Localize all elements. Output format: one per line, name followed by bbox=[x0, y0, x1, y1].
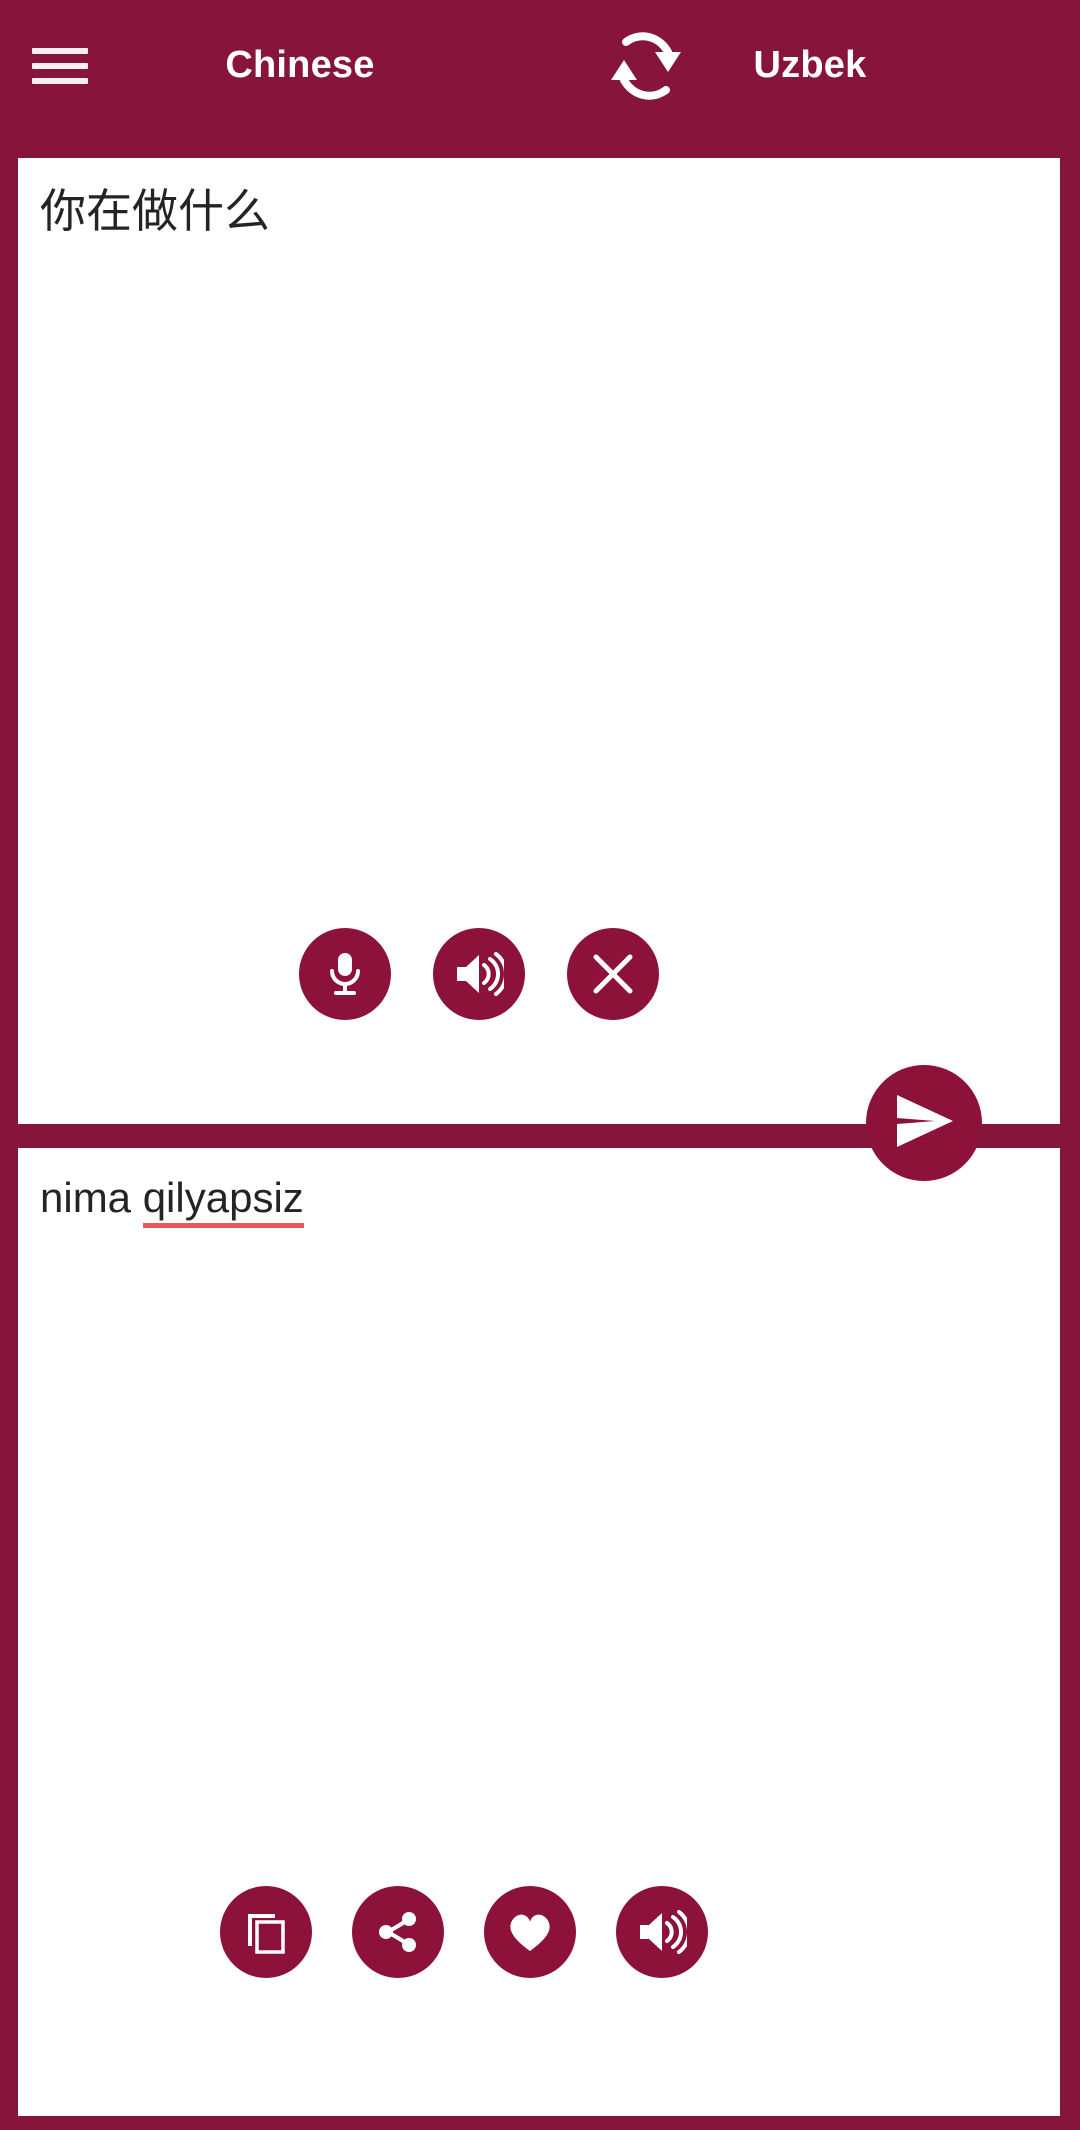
hamburger-line bbox=[32, 48, 88, 54]
heart-icon bbox=[505, 1909, 555, 1955]
target-speak-button[interactable] bbox=[616, 1886, 708, 1978]
favorite-button[interactable] bbox=[484, 1886, 576, 1978]
send-paper-plane-icon bbox=[891, 1091, 957, 1156]
translated-text-output: nima qilyapsiz bbox=[40, 1170, 1038, 1228]
app-header-bar: Chinese Uzbek bbox=[0, 0, 1080, 132]
target-language-selector[interactable]: Uzbek bbox=[690, 32, 930, 98]
swap-languages-icon[interactable] bbox=[598, 18, 694, 114]
source-language-selector[interactable]: Chinese bbox=[180, 32, 420, 98]
hamburger-line bbox=[32, 78, 88, 84]
clear-text-button[interactable] bbox=[567, 928, 659, 1020]
hamburger-menu-icon[interactable] bbox=[32, 44, 88, 88]
copy-icon bbox=[243, 1909, 289, 1955]
hamburger-line bbox=[32, 63, 88, 69]
share-icon bbox=[375, 1909, 421, 1955]
translator-app-screen: Chinese Uzbek 你在做什么 nima qilyapsiz bbox=[0, 0, 1080, 2130]
target-actions-row bbox=[18, 1886, 1060, 1978]
translated-text-prefix: nima bbox=[40, 1174, 143, 1221]
share-button[interactable] bbox=[352, 1886, 444, 1978]
close-x-icon bbox=[589, 950, 637, 998]
microphone-button[interactable] bbox=[299, 928, 391, 1020]
source-text-panel[interactable]: 你在做什么 bbox=[18, 158, 1060, 1124]
copy-button[interactable] bbox=[220, 1886, 312, 1978]
target-text-panel[interactable]: nima qilyapsiz bbox=[18, 1148, 1060, 2116]
source-speak-button[interactable] bbox=[433, 928, 525, 1020]
bottom-accent-strip bbox=[0, 2116, 1080, 2130]
speaker-icon bbox=[454, 951, 504, 997]
translated-text-misspelled-word[interactable]: qilyapsiz bbox=[142, 1174, 304, 1228]
send-translate-button[interactable] bbox=[866, 1065, 982, 1181]
source-text-input[interactable]: 你在做什么 bbox=[40, 180, 1038, 242]
speaker-icon bbox=[637, 1909, 687, 1955]
microphone-icon bbox=[323, 950, 367, 998]
source-actions-row bbox=[18, 928, 1060, 1020]
